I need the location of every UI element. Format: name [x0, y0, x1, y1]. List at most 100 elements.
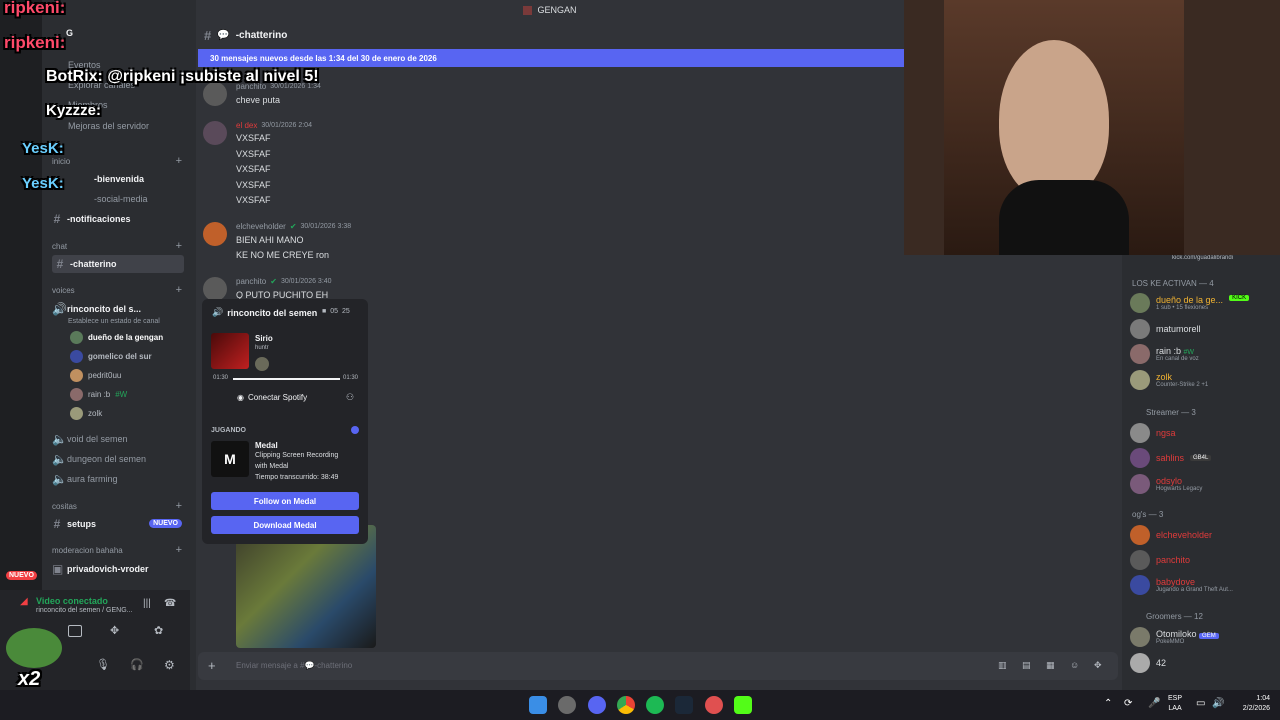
message-text: VXSFAF: [236, 133, 271, 143]
settings-gear-icon[interactable]: ⚙: [164, 658, 175, 672]
member-item[interactable]: odsylo Hogwarts Legacy: [1130, 474, 1202, 494]
volume-icon[interactable]: 🔊: [1212, 698, 1224, 709]
apps-icon[interactable]: ✥: [1094, 660, 1102, 671]
member-item[interactable]: Otomiloko GEM PokeMMO: [1130, 627, 1219, 647]
server-name[interactable]: G: [66, 24, 73, 42]
member-item[interactable]: panchito: [1130, 550, 1190, 570]
role-badge: KICK: [1229, 295, 1250, 301]
member-item[interactable]: sahlins GB4L: [1130, 448, 1212, 468]
headphones-icon[interactable]: 🎧: [130, 658, 144, 671]
screen-share-icon[interactable]: [68, 625, 82, 637]
track-artist[interactable]: huntr: [255, 345, 269, 351]
member-item[interactable]: rain :b #W En canal de voz: [1130, 344, 1199, 364]
track-title[interactable]: Sirio: [255, 334, 273, 343]
channel-bienvenida[interactable]: -bienvenida: [94, 170, 144, 188]
voice-user[interactable]: pedrit0uu: [70, 367, 121, 383]
server-boosts-label: Mejoras del servidor: [68, 121, 150, 131]
connect-spotify-button[interactable]: ◉ Conectar Spotify: [237, 393, 307, 402]
app-icon[interactable]: [558, 696, 576, 714]
windows-start-icon[interactable]: [529, 696, 547, 714]
member-item[interactable]: dueño de la ge... 1 sub • 15 flexiones KIC…: [1130, 293, 1250, 313]
chrome-icon[interactable]: [617, 696, 635, 714]
voice-user[interactable]: rain :b #W: [70, 386, 127, 402]
disconnect-icon[interactable]: ☎: [164, 598, 176, 609]
author-name[interactable]: panchito: [236, 277, 266, 286]
channel-social-media[interactable]: -social-media: [94, 190, 148, 208]
clock[interactable]: 1:04 2/2/2026: [1232, 694, 1270, 714]
member-item[interactable]: elcheveholder: [1130, 525, 1212, 545]
channel-setups[interactable]: # setups: [52, 515, 96, 533]
sticker-icon[interactable]: ▦: [1046, 660, 1055, 671]
language-indicator[interactable]: ESP LAA: [1168, 694, 1182, 714]
app-icon[interactable]: [705, 696, 723, 714]
message-input[interactable]: Enviar mensaje a #💬-chatterino: [236, 661, 352, 670]
member-text: rain :b #W En canal de voz: [1156, 346, 1199, 362]
voice-user[interactable]: zolk: [70, 405, 102, 421]
add-channel-icon[interactable]: +: [176, 240, 182, 252]
avatar: [70, 387, 83, 401]
voice-status[interactable]: Establece un estado de canal: [68, 312, 160, 330]
network-icon[interactable]: ▭: [1196, 698, 1205, 709]
medal-logo-icon: M: [211, 441, 249, 477]
member-item[interactable]: zolk Counter-Strike 2 +1: [1130, 370, 1208, 390]
speaker-icon: 🔊: [52, 302, 67, 316]
forum-icon: ▣: [52, 562, 64, 576]
voice-location[interactable]: rinconcito del semen / GENG...: [36, 607, 132, 614]
member-item[interactable]: ngsa: [1130, 423, 1176, 443]
discord-icon[interactable]: [588, 696, 606, 714]
member-item[interactable]: babydove Jugando a Grand Theft Aut...: [1130, 575, 1233, 595]
kick-link[interactable]: kick.com/guadalibrandi: [1172, 255, 1233, 261]
follow-on-medal-button[interactable]: Follow on Medal: [211, 492, 359, 510]
channel-privadovich-label: privadovich-vroder: [67, 564, 149, 574]
channel-chatterino[interactable]: # -chatterino: [52, 255, 184, 273]
category-cositas[interactable]: cositas: [52, 502, 77, 511]
category-moderacion[interactable]: moderacion bahaha: [52, 546, 123, 555]
soundboard-icon[interactable]: ✿: [154, 624, 163, 637]
add-attachment-icon[interactable]: +: [208, 658, 216, 673]
playing-label: JUGANDO: [211, 427, 247, 434]
new-messages-bar[interactable]: 30 mensajes nuevos desde las 1:34 del 30…: [198, 49, 904, 67]
channel-social-media-label: -social-media: [94, 194, 148, 204]
download-medal-button[interactable]: Download Medal: [211, 516, 359, 534]
category-inicio[interactable]: inicio: [52, 157, 70, 166]
emoji-icon[interactable]: ☺: [1070, 660, 1079, 670]
voice-channel-dungeon[interactable]: 🔈 dungeon del semen: [52, 450, 146, 468]
category-voices[interactable]: voices: [52, 286, 75, 295]
invite-icon[interactable]: ⚇: [346, 392, 354, 403]
kick-icon[interactable]: [734, 696, 752, 714]
add-channel-icon[interactable]: +: [176, 544, 182, 556]
microphone-icon[interactable]: 🎙: [96, 658, 110, 671]
steam-icon[interactable]: [675, 696, 693, 714]
voice-user[interactable]: gomelico del sur: [70, 348, 152, 364]
category-chat[interactable]: chat: [52, 242, 67, 251]
microphone-icon[interactable]: 🎤: [1148, 698, 1160, 709]
spotify-icon[interactable]: [646, 696, 664, 714]
gif-icon[interactable]: ▤: [1022, 660, 1031, 671]
channel-privadovich[interactable]: ▣ privadovich-vroder: [52, 560, 149, 578]
member-item[interactable]: matumorell: [1130, 319, 1201, 339]
overlay-chat-name: Kyzzze:: [46, 102, 102, 119]
chat-bubble-icon: 💬: [217, 29, 230, 41]
message-text: VXSFAF: [236, 164, 271, 174]
voice-channel-aura[interactable]: 🔈 aura farming: [52, 470, 118, 488]
add-channel-icon[interactable]: +: [176, 500, 182, 512]
chevron-up-icon[interactable]: ⌃: [1104, 698, 1112, 709]
member-item[interactable]: 42: [1130, 653, 1166, 673]
category-inicio-label: inicio: [52, 157, 71, 166]
voice-channel-void[interactable]: 🔈 void del semen: [52, 430, 128, 448]
channel-notificaciones[interactable]: # -notificaciones: [52, 210, 131, 228]
voice-status-text[interactable]: Video conectado: [36, 596, 108, 606]
server-boosts-item[interactable]: Mejoras del servidor: [68, 117, 149, 135]
author-name[interactable]: el dex: [236, 121, 257, 130]
voice-user[interactable]: dueño de la gengan: [70, 329, 163, 345]
streamer-face: [999, 40, 1109, 200]
sync-icon[interactable]: ⟳: [1124, 698, 1132, 709]
gift-icon[interactable]: ▥: [998, 660, 1007, 671]
sidebar-scrollbar[interactable]: [190, 0, 196, 690]
author-name[interactable]: elcheveholder: [236, 222, 286, 231]
activities-icon[interactable]: ✥: [110, 624, 119, 637]
add-channel-icon[interactable]: +: [176, 155, 182, 167]
category-voices-label: voices: [52, 286, 75, 295]
noise-suppression-icon[interactable]: |||: [143, 598, 151, 609]
add-channel-icon[interactable]: +: [176, 284, 182, 296]
